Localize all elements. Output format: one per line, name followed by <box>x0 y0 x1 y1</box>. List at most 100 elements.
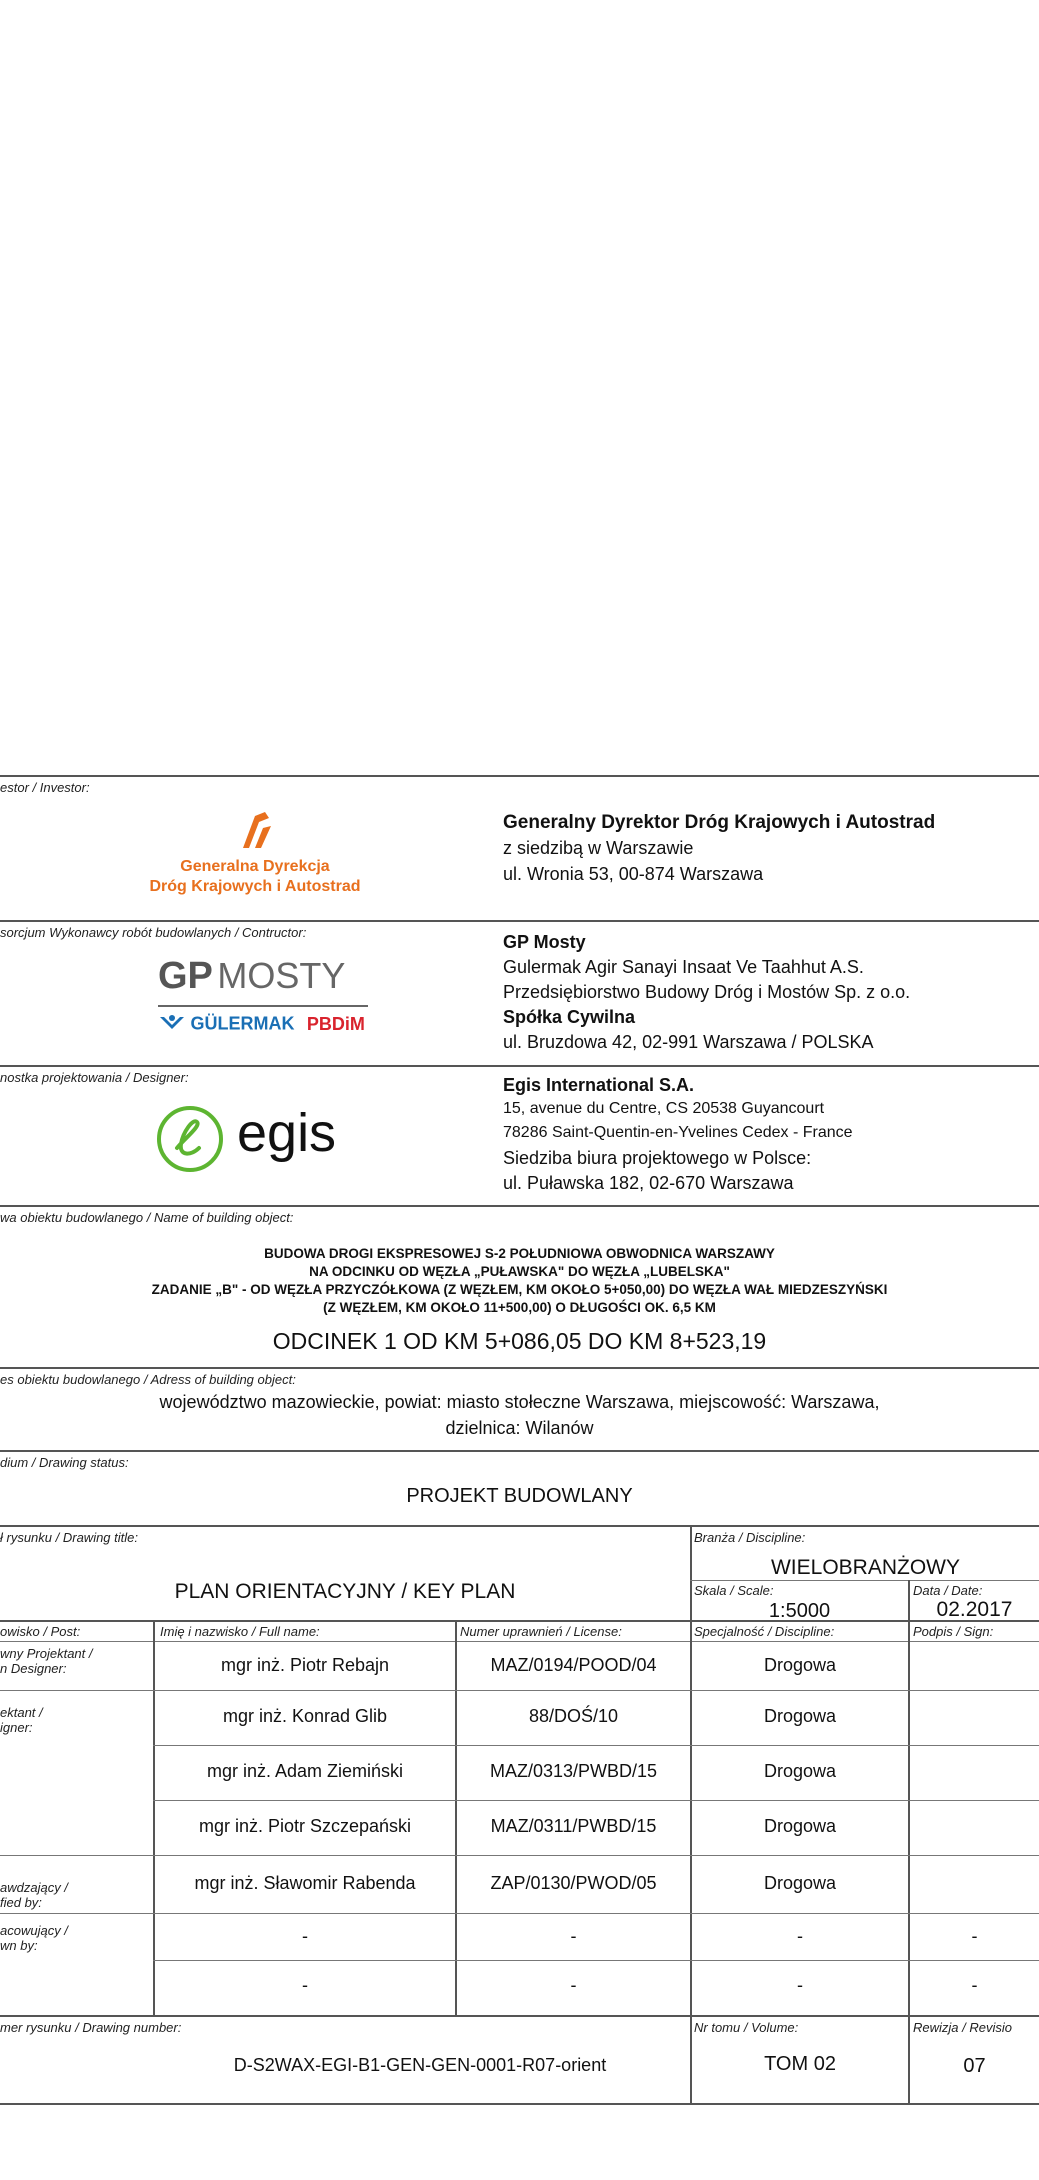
row1-discipline: Drogowa <box>763 1706 837 1726</box>
contractor-label: sorcjum Wykonawcy robót budowlanych / Co… <box>0 925 307 940</box>
investor-line1: z siedzibą w Warszawie <box>503 838 694 858</box>
contractor-line3: ul. Bruzdowa 42, 02-991 Warszawa / POLSK… <box>503 1032 874 1052</box>
gddkia-logo-line2: Dróg Krajowych i Autostrad <box>149 878 361 895</box>
object-section: ODCINEK 1 OD KM 5+086,05 DO KM 8+523,19 <box>272 1328 767 1354</box>
role-drawn: acowujący / <box>0 1923 68 1938</box>
address-line1: województwo mazowieckie, powiat: miasto … <box>159 1392 880 1412</box>
row4-name: mgr inż. Sławomir Rabenda <box>194 1873 416 1893</box>
header-discipline: Specjalność / Discipline: <box>694 1624 835 1639</box>
contractor-line2: Przedsiębiorstwo Budowy Dróg i Mostów Sp… <box>503 982 911 1002</box>
designer-line4: ul. Puławska 182, 02-670 Warszawa <box>503 1173 794 1193</box>
role-verified: awdzający / <box>0 1880 68 1895</box>
divider-contractor <box>0 1065 1039 1067</box>
number-value: D-S2WAX-EGI-B1-GEN-GEN-0001-R07-orient <box>233 2055 607 2075</box>
row-divider-3 <box>153 1800 1039 1801</box>
divider-address <box>0 1450 1039 1452</box>
row0-discipline: Drogowa <box>763 1655 837 1675</box>
gulermak-pbdim-logo: GÜLERMAK PBDiM <box>158 1013 365 1035</box>
contractor-name: GP Mosty <box>503 932 586 952</box>
row2-license: MAZ/0313/PWBD/15 <box>489 1761 658 1781</box>
date-label: Data / Date: <box>913 1583 983 1598</box>
row0-name: mgr inż. Piotr Rebajn <box>220 1655 390 1675</box>
branch-label: Branża / Discipline: <box>694 1530 806 1545</box>
divider-top <box>0 775 1039 777</box>
designer-label: nostka projektowania / Designer: <box>0 1070 189 1085</box>
table-bottom-divider <box>0 2015 1039 2017</box>
designer-line3: Siedziba biura projektowego w Polsce: <box>503 1148 812 1168</box>
role-drawn2: wn by: <box>0 1938 38 1953</box>
table-vline-3 <box>690 1620 692 2105</box>
investor-name: Generalny Dyrektor Dróg Krajowych i Auto… <box>503 812 936 833</box>
gp-mosty-logo: GP MOSTY <box>158 955 345 998</box>
contractor-logo: GP MOSTY GÜLERMAK PBDiM <box>150 955 390 1055</box>
designer-line1: 15, avenue du Centre, CS 20538 Guyancour… <box>503 1100 825 1117</box>
row5-license: - <box>570 1926 577 1946</box>
mosty-logo-text: MOSTY <box>217 955 346 996</box>
row5-name: - <box>302 1926 308 1946</box>
object-line4: (Z WĘZŁEM, KM OKOŁO 11+500,00) O DŁUGOŚC… <box>323 1300 716 1315</box>
row4-license: ZAP/0130/PWOD/05 <box>490 1873 657 1893</box>
row0-license: MAZ/0194/POOD/04 <box>490 1655 657 1675</box>
role-designer2: igner: <box>0 1720 33 1735</box>
role-verified2: fied by: <box>0 1895 42 1910</box>
egis-logo-text: egis <box>237 1103 337 1163</box>
role-chief: wny Projektant / <box>0 1646 93 1661</box>
row3-name: mgr inż. Piotr Szczepański <box>198 1816 412 1836</box>
header-post: owisko / Post: <box>0 1624 81 1639</box>
header-name: Imię i nazwisko / Full name: <box>160 1624 320 1639</box>
address-label: es obiektu budowlanego / Adress of build… <box>0 1372 296 1387</box>
object-line1: BUDOWA DROGI EKSPRESOWEJ S-2 POŁUDNIOWA … <box>264 1246 775 1261</box>
branch-divider <box>690 1580 1039 1581</box>
divider-bottom <box>0 2103 1039 2105</box>
designer-name: Egis International S.A. <box>503 1075 695 1095</box>
status-value: PROJEKT BUDOWLANY <box>406 1485 633 1507</box>
table-vline-4 <box>908 1620 910 2105</box>
role-chief2: n Designer: <box>0 1661 67 1676</box>
title-value: PLAN ORIENTACYJNY / KEY PLAN <box>174 1580 516 1603</box>
object-label: wa obiektu budowlanego / Name of buildin… <box>0 1210 294 1225</box>
gulermak-logo-text: GÜLERMAK <box>190 1013 295 1034</box>
revision-value: 07 <box>963 2055 986 2077</box>
date-value: 02.2017 <box>936 1598 1013 1621</box>
pbdim-logo-text: PBDiM <box>306 1013 365 1034</box>
row2-discipline: Drogowa <box>763 1761 837 1781</box>
row5-discipline: - <box>797 1926 803 1946</box>
row4-discipline: Drogowa <box>763 1873 837 1893</box>
divider-object <box>0 1367 1039 1369</box>
row3-discipline: Drogowa <box>763 1816 837 1836</box>
row-divider-2 <box>153 1745 1039 1746</box>
role-designer: ektant / <box>0 1705 43 1720</box>
scale-label: Skala / Scale: <box>694 1583 774 1598</box>
designer-line2: 78286 Saint-Quentin-en-Yvelines Cedex - … <box>503 1124 853 1141</box>
row-divider-1 <box>0 1690 1039 1691</box>
row6-sign: - <box>971 1975 978 1995</box>
row6-name: - <box>302 1975 308 1995</box>
row-divider-4 <box>0 1855 1039 1856</box>
drawing-area <box>0 0 1039 775</box>
row1-license: 88/DOŚ/10 <box>528 1706 619 1726</box>
title-label: ł rysunku / Drawing title: <box>0 1530 138 1545</box>
number-label: mer rysunku / Drawing number: <box>0 2020 182 2035</box>
gddkia-logo: Generalna Dyrekcja Dróg Krajowych i Auto… <box>115 808 395 898</box>
divider-designer <box>0 1205 1039 1207</box>
gddkia-emblem-icon <box>243 812 271 848</box>
volume-value: TOM 02 <box>764 2053 836 2075</box>
logo-underline <box>158 1005 368 1007</box>
divider-investor <box>0 920 1039 922</box>
address-line2: dzielnica: Wilanów <box>445 1418 594 1438</box>
row3-license: MAZ/0311/PWBD/15 <box>490 1816 657 1836</box>
header-divider <box>0 1641 1039 1642</box>
row5-sign: - <box>971 1926 978 1946</box>
egis-logo: egis <box>155 1100 395 1180</box>
header-license: Numer uprawnień / License: <box>460 1624 622 1639</box>
divider-status <box>0 1525 1039 1527</box>
revision-label: Rewizja / Revisio <box>913 2020 1012 2035</box>
divider-title <box>0 1620 1039 1622</box>
gp-logo-text: GP <box>158 955 213 997</box>
header-sign: Podpis / Sign: <box>913 1624 994 1639</box>
gulermak-emblem-icon <box>160 1015 184 1029</box>
investor-label: estor / Investor: <box>0 780 90 795</box>
contractor-name2: Spółka Cywilna <box>503 1007 636 1027</box>
row-divider-6 <box>153 1960 1039 1961</box>
investor-line2: ul. Wronia 53, 00-874 Warszawa <box>503 864 764 884</box>
